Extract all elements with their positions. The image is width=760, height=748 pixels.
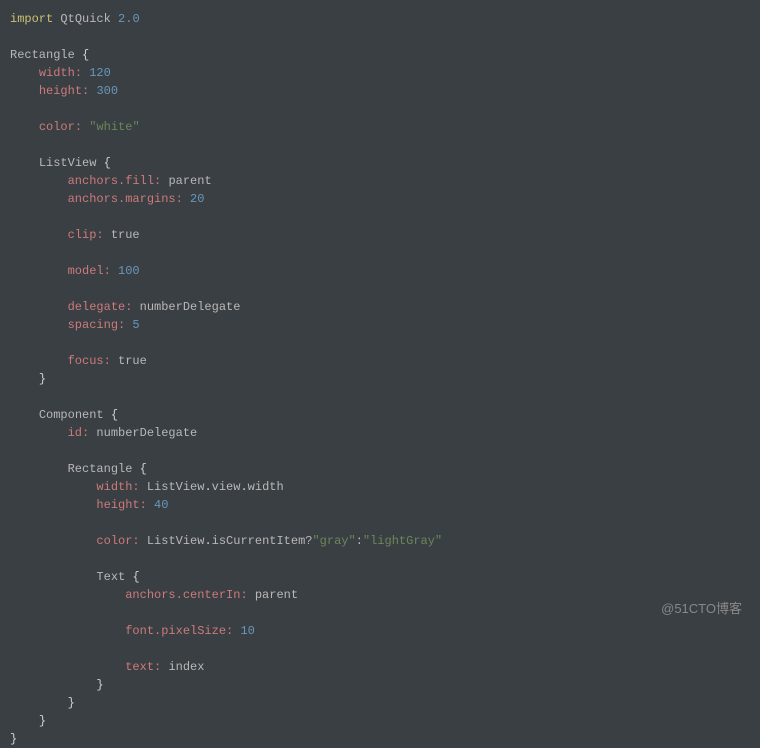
prop-anchors-margins: anchors.margins: [68,192,183,206]
val-colon: : [356,534,363,548]
val-height2: 40 [154,498,168,512]
code-editor: import QtQuick 2.0 Rectangle { width: 12… [10,10,750,748]
val-lightgray: "lightGray" [363,534,442,548]
val-listview2: ListView [147,534,205,548]
brace-open: { [104,156,111,170]
brace-close: } [68,696,75,710]
brace-open: { [111,408,118,422]
version-number: 2.0 [118,12,140,26]
prop-width: width: [39,66,82,80]
prop-color: color: [39,120,82,134]
val-focus: true [118,354,147,368]
prop-color2: color: [96,534,139,548]
prop-clip: clip: [68,228,104,242]
watermark: @51CTO博客 [661,599,742,619]
val-margins: 20 [190,192,204,206]
val-listview: ListView [147,480,205,494]
keyword-import: import [10,12,53,26]
val-width: 120 [89,66,111,80]
val-gray: "gray" [312,534,355,548]
brace-close: } [96,678,103,692]
brace-close: } [39,714,46,728]
val-model: 100 [118,264,140,278]
val-pixelsize: 10 [240,624,254,638]
prop-height2: height: [96,498,146,512]
val-clip: true [111,228,140,242]
type-rectangle: Rectangle [10,48,75,62]
brace-open: { [140,462,147,476]
brace-close: } [10,732,17,746]
val-spacing: 5 [132,318,139,332]
brace-close: } [39,372,46,386]
prop-delegate: delegate: [68,300,133,314]
val-color: "white" [89,120,139,134]
prop-centerin: anchors.centerIn: [125,588,247,602]
prop-width2: width: [96,480,139,494]
val-height: 300 [96,84,118,98]
val-text: index [168,660,204,674]
val-width2: width [248,480,284,494]
type-listview: ListView [39,156,97,170]
prop-pixelsize: font.pixelSize: [125,624,233,638]
val-centerin: parent [255,588,298,602]
val-iscurrent: isCurrentItem? [212,534,313,548]
val-delegate: numberDelegate [140,300,241,314]
prop-anchors-fill: anchors.fill: [68,174,162,188]
prop-spacing: spacing: [68,318,126,332]
type-text: Text [96,570,125,584]
prop-model: model: [68,264,111,278]
val-parent: parent [168,174,211,188]
module-name: QtQuick [60,12,110,26]
brace-open: { [132,570,139,584]
prop-focus: focus: [68,354,111,368]
val-id: numberDelegate [96,426,197,440]
type-component: Component [39,408,104,422]
prop-text: text: [125,660,161,674]
prop-id: id: [68,426,90,440]
val-view: view [212,480,241,494]
brace-open: { [82,48,89,62]
prop-height: height: [39,84,89,98]
type-rectangle2: Rectangle [68,462,133,476]
